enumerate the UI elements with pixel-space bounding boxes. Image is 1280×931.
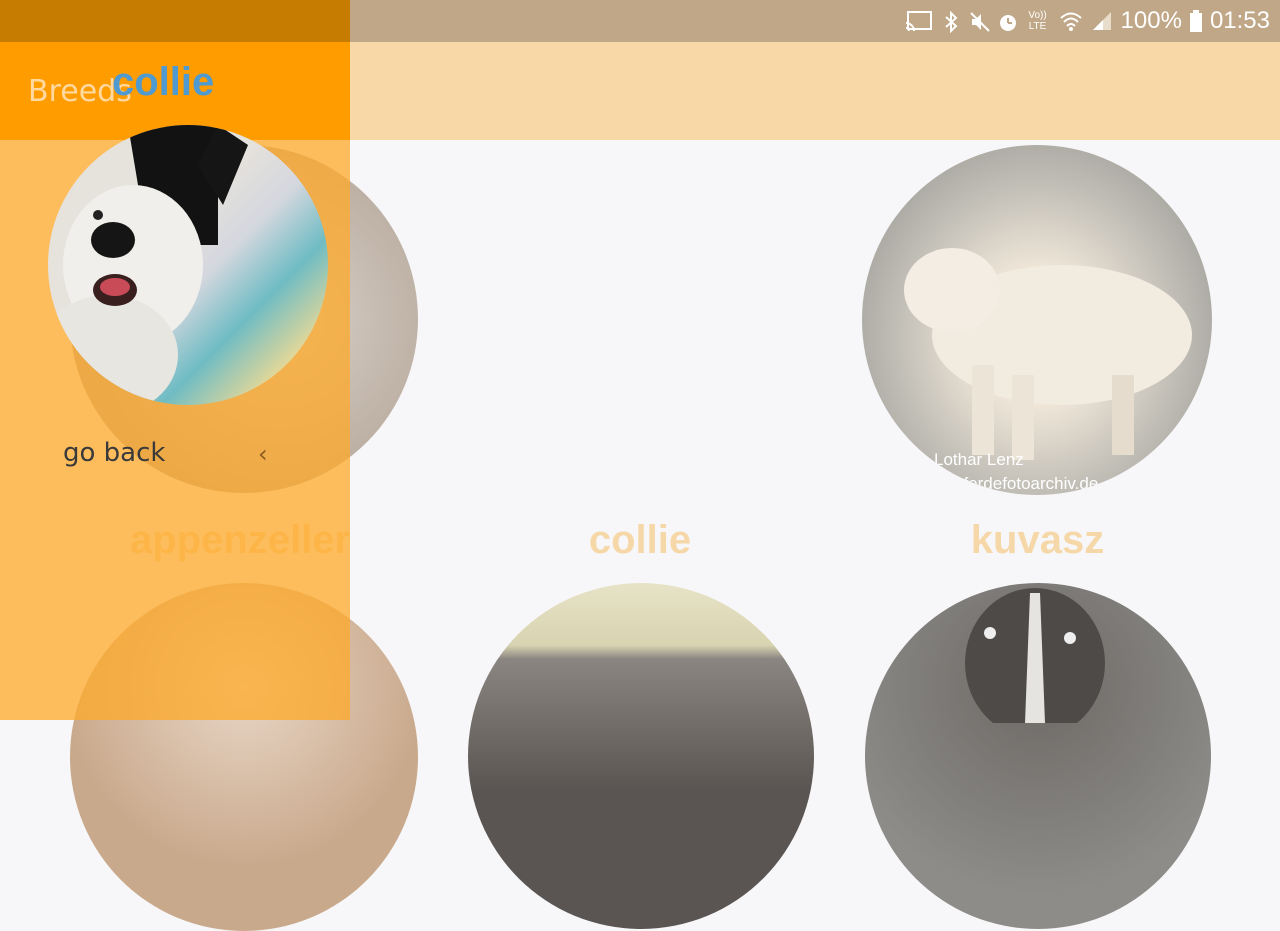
alarm-icon <box>997 11 1017 31</box>
battery-icon <box>1189 10 1202 32</box>
navigation-drawer: Breeds collie go back ‹ <box>0 0 350 720</box>
breed-label-collie[interactable]: collie <box>500 518 780 563</box>
photo-caption-line1: Lothar Lenz <box>934 450 1024 469</box>
battery-percent: 100% <box>1120 7 1182 34</box>
drawer-status-bar <box>0 0 350 42</box>
volte-icon: Vo)) LTE <box>1028 10 1047 32</box>
clock: 01:53 <box>1209 7 1270 34</box>
dog-face <box>965 588 1105 723</box>
collie-dog-figure <box>48 125 248 405</box>
signal-icon <box>1091 10 1113 32</box>
go-back-link[interactable]: go back <box>63 438 165 468</box>
drawer-title: collie <box>112 60 215 104</box>
cast-icon <box>905 10 933 32</box>
drawer-breed-photo <box>48 125 328 405</box>
breed-photo-3[interactable]: Lothar Lenz pferdefotoarchiv.de <box>862 145 1212 495</box>
mute-icon <box>969 11 990 32</box>
dog-figure <box>904 248 1192 460</box>
breed-photo-6[interactable] <box>865 583 1211 929</box>
breed-photo-5[interactable] <box>468 583 814 929</box>
breed-label-kuvasz[interactable]: kuvasz <box>895 518 1180 563</box>
bluetooth-icon <box>941 10 961 34</box>
chevron-left-icon[interactable]: ‹ <box>258 440 268 468</box>
wifi-icon <box>1059 10 1083 32</box>
app-bar <box>350 42 1280 140</box>
photo-caption-line2: pferdefotoarchiv.de <box>954 474 1099 493</box>
